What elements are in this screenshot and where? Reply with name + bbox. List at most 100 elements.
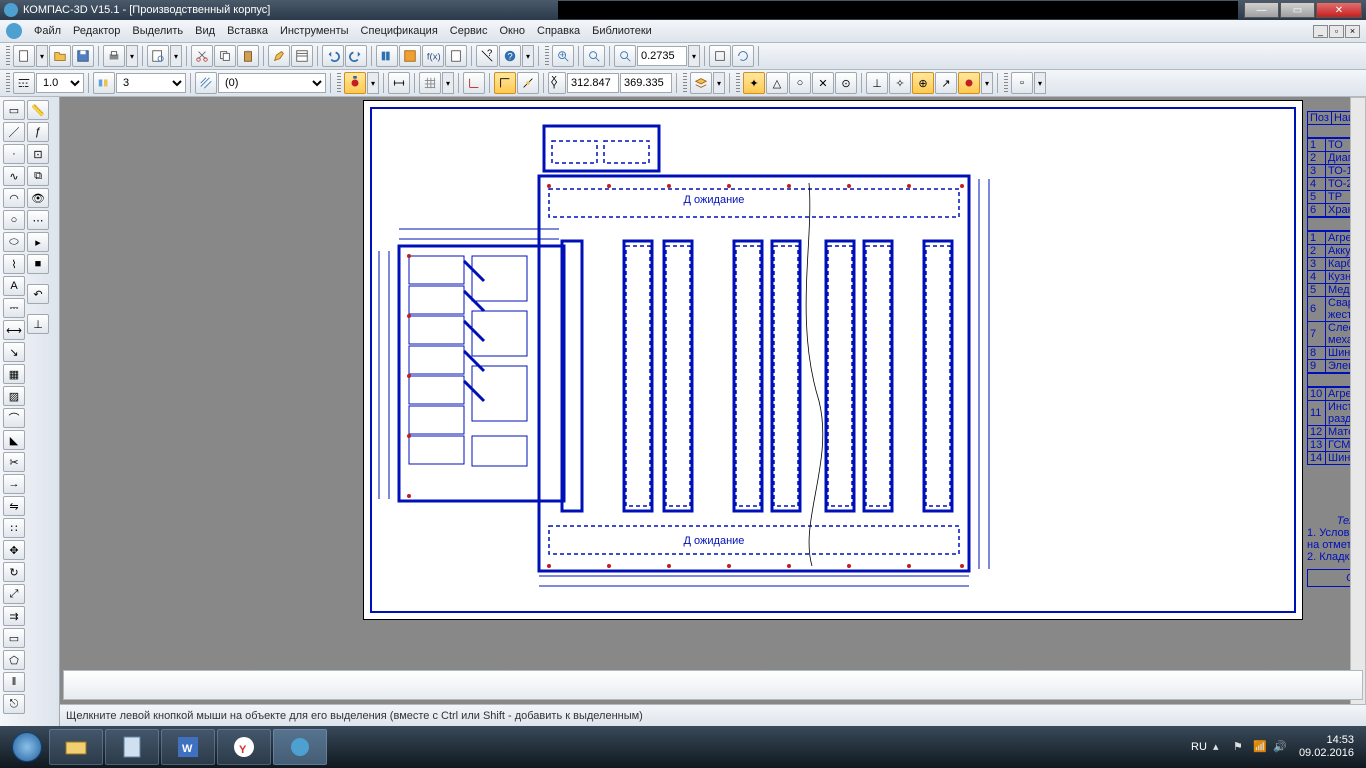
help-dropdown[interactable]: ▾: [522, 45, 534, 67]
coord-mode-button[interactable]: XY: [548, 72, 566, 94]
whatsthis-button[interactable]: ?: [476, 45, 498, 67]
equid-tool[interactable]: ‖: [3, 672, 25, 692]
clock[interactable]: 14:53 09.02.2016: [1293, 734, 1360, 760]
print-dropdown[interactable]: ▾: [126, 45, 138, 67]
osnap-perp-button[interactable]: ⊥: [866, 72, 888, 94]
tray-up-icon[interactable]: ▴: [1213, 740, 1227, 754]
cut-button[interactable]: [191, 45, 213, 67]
coord-x-input[interactable]: [567, 73, 619, 93]
hatch2-tool[interactable]: ▨: [3, 386, 25, 406]
text-tool[interactable]: A: [3, 276, 25, 296]
layers-button[interactable]: [690, 72, 712, 94]
menu-service[interactable]: Сервис: [444, 23, 494, 39]
maximize-button[interactable]: ▭: [1280, 2, 1315, 18]
osnap-center-button[interactable]: ○: [789, 72, 811, 94]
copy-button[interactable]: [214, 45, 236, 67]
aux-tool[interactable]: ⋯: [27, 210, 49, 230]
help-button[interactable]: ?: [499, 45, 521, 67]
osnap-ext-button[interactable]: ↗: [935, 72, 957, 94]
osnap-int-button[interactable]: ✕: [812, 72, 834, 94]
linetype-button[interactable]: [13, 72, 35, 94]
extend-tool[interactable]: →: [3, 474, 25, 494]
new-dropdown[interactable]: ▾: [36, 45, 48, 67]
redraw-button[interactable]: [732, 45, 754, 67]
grip[interactable]: [1004, 73, 1008, 93]
ortho2-tool[interactable]: ⊥: [27, 314, 49, 334]
drawing-canvas[interactable]: Д ожидание Д ожидание ПозНаименованиеКол…: [63, 100, 1350, 723]
trim-tool[interactable]: ✂: [3, 452, 25, 472]
osnap-near-button[interactable]: ✧: [889, 72, 911, 94]
spline-tool[interactable]: ∿: [3, 166, 25, 186]
param-tool[interactable]: ƒ: [27, 122, 49, 142]
variables-button[interactable]: [399, 45, 421, 67]
task-calc[interactable]: [105, 729, 159, 765]
polyline-tool[interactable]: ⌇: [3, 254, 25, 274]
grip[interactable]: [6, 73, 10, 93]
layer-select[interactable]: 3: [116, 73, 186, 93]
hatch-button[interactable]: [195, 72, 217, 94]
osnap-end-button[interactable]: ✦: [743, 72, 765, 94]
round-button[interactable]: [517, 72, 539, 94]
menu-help[interactable]: Справка: [531, 23, 586, 39]
format-painter-button[interactable]: [268, 45, 290, 67]
break-tool[interactable]: ⎋: [3, 694, 25, 714]
circle-tool[interactable]: ○: [3, 210, 25, 230]
mirror-tool[interactable]: ⇋: [3, 496, 25, 516]
pan-button[interactable]: [709, 45, 731, 67]
close-button[interactable]: ✕: [1316, 2, 1362, 18]
point-tool[interactable]: ·: [3, 144, 25, 164]
linestyle-button[interactable]: [93, 72, 115, 94]
menu-file[interactable]: Файл: [28, 23, 67, 39]
arc-tool[interactable]: ◠: [3, 188, 25, 208]
end-tool[interactable]: ■: [27, 254, 49, 274]
table-tool[interactable]: ▦: [3, 364, 25, 384]
mdi-close[interactable]: ×: [1345, 25, 1360, 38]
extra-dropdown[interactable]: ▾: [1034, 72, 1046, 94]
volume-icon[interactable]: 🔊: [1273, 740, 1287, 754]
zoom-fit-button[interactable]: [583, 45, 605, 67]
view-tool[interactable]: 👁: [27, 188, 49, 208]
ellipse-tool[interactable]: ⬭: [3, 232, 25, 252]
assoc-tool[interactable]: ⧉: [27, 166, 49, 186]
grid-button[interactable]: [419, 72, 441, 94]
vscrollbar[interactable]: [1350, 97, 1366, 710]
property-bar[interactable]: [63, 670, 1363, 700]
print-button[interactable]: [103, 45, 125, 67]
minimize-button[interactable]: —: [1244, 2, 1279, 18]
grip[interactable]: [6, 46, 10, 66]
measure-tool[interactable]: 📏: [27, 100, 49, 120]
preview-dropdown[interactable]: ▾: [170, 45, 182, 67]
menu-select[interactable]: Выделить: [126, 23, 189, 39]
grip[interactable]: [337, 73, 341, 93]
library-manager-button[interactable]: [376, 45, 398, 67]
menu-libs[interactable]: Библиотеки: [586, 23, 658, 39]
dimension-button[interactable]: [388, 72, 410, 94]
lang-indicator[interactable]: RU: [1191, 741, 1207, 753]
menu-spec[interactable]: Спецификация: [355, 23, 444, 39]
osnap-node-button[interactable]: ⊕: [912, 72, 934, 94]
doc-icon[interactable]: [6, 23, 22, 39]
ortho-button[interactable]: [494, 72, 516, 94]
layer-name-select[interactable]: (0): [218, 73, 326, 93]
annot-tool[interactable]: ⎓: [3, 298, 25, 318]
snap-dropdown[interactable]: ▾: [367, 72, 379, 94]
undo2-tool[interactable]: ↶: [27, 284, 49, 304]
rect-tool[interactable]: ▭: [3, 628, 25, 648]
rotate-tool[interactable]: ↻: [3, 562, 25, 582]
fx-button[interactable]: f(x): [422, 45, 444, 67]
report-button[interactable]: [445, 45, 467, 67]
zoom-scale-button[interactable]: [614, 45, 636, 67]
zoom-window-button[interactable]: +: [552, 45, 574, 67]
menu-view[interactable]: Вид: [189, 23, 221, 39]
menu-tools[interactable]: Инструменты: [274, 23, 355, 39]
network-icon[interactable]: 📶: [1253, 740, 1267, 754]
polygon-tool[interactable]: ⬠: [3, 650, 25, 670]
scale-tool[interactable]: ⤢: [3, 584, 25, 604]
leader-tool[interactable]: ↘: [3, 342, 25, 362]
start-button[interactable]: [6, 726, 48, 768]
select-tool[interactable]: ▭: [3, 100, 25, 120]
zoom-value-input[interactable]: [637, 46, 687, 66]
offset-tool[interactable]: ⇉: [3, 606, 25, 626]
open-button[interactable]: [49, 45, 71, 67]
constr-tool[interactable]: ⊡: [27, 144, 49, 164]
